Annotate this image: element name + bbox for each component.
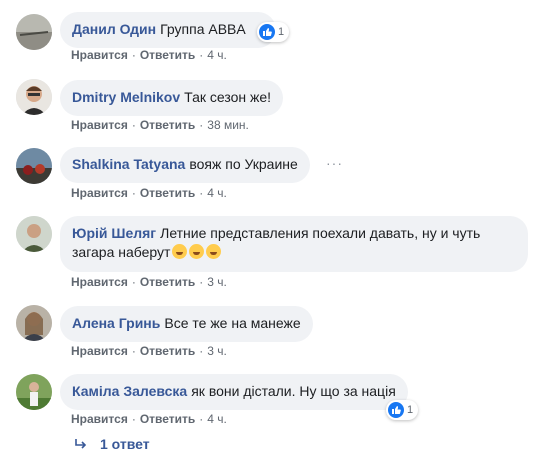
- reply-link[interactable]: Ответить: [140, 118, 195, 132]
- comment-time[interactable]: 3 ч.: [207, 344, 227, 358]
- like-link[interactable]: Нравится: [71, 412, 128, 426]
- reply-link[interactable]: Ответить: [140, 344, 195, 358]
- separator: ·: [131, 186, 136, 200]
- reaction-count[interactable]: 1: [386, 400, 419, 420]
- separator: ·: [131, 118, 136, 132]
- comment-bubble: Алена Гринь Все те же на манеже: [60, 306, 313, 342]
- comment-author[interactable]: Юрій Шеляг: [72, 225, 156, 241]
- reaction-number: 1: [278, 26, 285, 38]
- comment-text: Все те же на манеже: [164, 315, 301, 331]
- separator: ·: [131, 48, 136, 62]
- reply-link[interactable]: Ответить: [140, 48, 195, 62]
- like-link[interactable]: Нравится: [71, 275, 128, 289]
- like-link[interactable]: Нравится: [71, 118, 128, 132]
- like-icon: [388, 402, 404, 418]
- separator: ·: [199, 275, 204, 289]
- comment-text: Летние представления поехали давать, ну …: [160, 225, 481, 241]
- comment-actions: Нравится · Ответить · 3 ч.: [71, 344, 227, 358]
- laughing-emoji-icon: [206, 244, 222, 259]
- comment-author[interactable]: Данил Один: [72, 21, 156, 37]
- separator: ·: [199, 344, 204, 358]
- avatar[interactable]: [16, 79, 52, 115]
- like-icon: [259, 24, 275, 40]
- comment-text: як вони дістали. Ну що за нація: [191, 383, 396, 399]
- replies-count[interactable]: 1 ответ: [100, 436, 150, 452]
- comment-bubble: Dmitry Melnikov Так сезон же!: [60, 80, 284, 116]
- like-link[interactable]: Нравится: [71, 186, 128, 200]
- separator: ·: [199, 118, 204, 132]
- comment-bubble: Shalkina Tatyana вояж по Украине: [60, 147, 310, 183]
- comment-text: загара наберут: [72, 244, 171, 260]
- reply-link[interactable]: Ответить: [140, 275, 195, 289]
- comment-actions: Нравится · Ответить · 3 ч.: [71, 275, 227, 289]
- separator: ·: [199, 186, 204, 200]
- comment-bubble: Данил Один Группа ABBA: [60, 12, 276, 48]
- comment-actions: Нравится · Ответить · 38 мин.: [71, 118, 249, 132]
- comment-actions: Нравится · Ответить · 4 ч.: [71, 48, 227, 62]
- comment-time[interactable]: 4 ч.: [207, 48, 227, 62]
- separator: ·: [131, 275, 136, 289]
- comment-author[interactable]: Dmitry Melnikov: [72, 89, 180, 105]
- reaction-number: 1: [407, 404, 414, 416]
- comment-text: Группа ABBA: [160, 21, 246, 37]
- comment-author[interactable]: Алена Гринь: [72, 315, 160, 331]
- comment-bubble: Каміла Залевска як вони дістали. Ну що за…: [60, 374, 408, 410]
- separator: ·: [199, 412, 204, 426]
- reply-link[interactable]: Ответить: [140, 412, 195, 426]
- comment-line: Юрій Шеляг Летние представления поехали д…: [72, 224, 516, 243]
- separator: ·: [131, 344, 136, 358]
- comment-text: Так сезон же!: [184, 89, 272, 105]
- laughing-emoji-icon: [189, 244, 205, 259]
- avatar[interactable]: [16, 374, 52, 410]
- avatar[interactable]: [16, 14, 52, 50]
- more-options-icon[interactable]: ···: [326, 155, 343, 171]
- like-link[interactable]: Нравится: [71, 344, 128, 358]
- separator: ·: [199, 48, 204, 62]
- avatar[interactable]: [16, 148, 52, 184]
- laughing-emoji-icon: [172, 244, 188, 259]
- comment-author[interactable]: Каміла Залевска: [72, 383, 187, 399]
- comment-author[interactable]: Shalkina Tatyana: [72, 156, 185, 172]
- reply-link[interactable]: Ответить: [140, 186, 195, 200]
- comment-actions: Нравится · Ответить · 4 ч.: [71, 412, 227, 426]
- comment-time[interactable]: 3 ч.: [207, 275, 227, 289]
- comment-time[interactable]: 4 ч.: [207, 186, 227, 200]
- reply-arrow-icon: [75, 439, 87, 449]
- comment-line: загара наберут: [72, 243, 516, 262]
- comment-time[interactable]: 38 мин.: [207, 118, 249, 132]
- comment-text: вояж по Украине: [189, 156, 298, 172]
- view-replies-link[interactable]: 1 ответ: [74, 436, 150, 452]
- separator: ·: [131, 412, 136, 426]
- reaction-count[interactable]: 1: [257, 22, 290, 42]
- comment-bubble: Юрій Шеляг Летние представления поехали д…: [60, 216, 528, 272]
- avatar[interactable]: [16, 216, 52, 252]
- comment-actions: Нравится · Ответить · 4 ч.: [71, 186, 227, 200]
- like-link[interactable]: Нравится: [71, 48, 128, 62]
- comment-time[interactable]: 4 ч.: [207, 412, 227, 426]
- avatar[interactable]: [16, 305, 52, 341]
